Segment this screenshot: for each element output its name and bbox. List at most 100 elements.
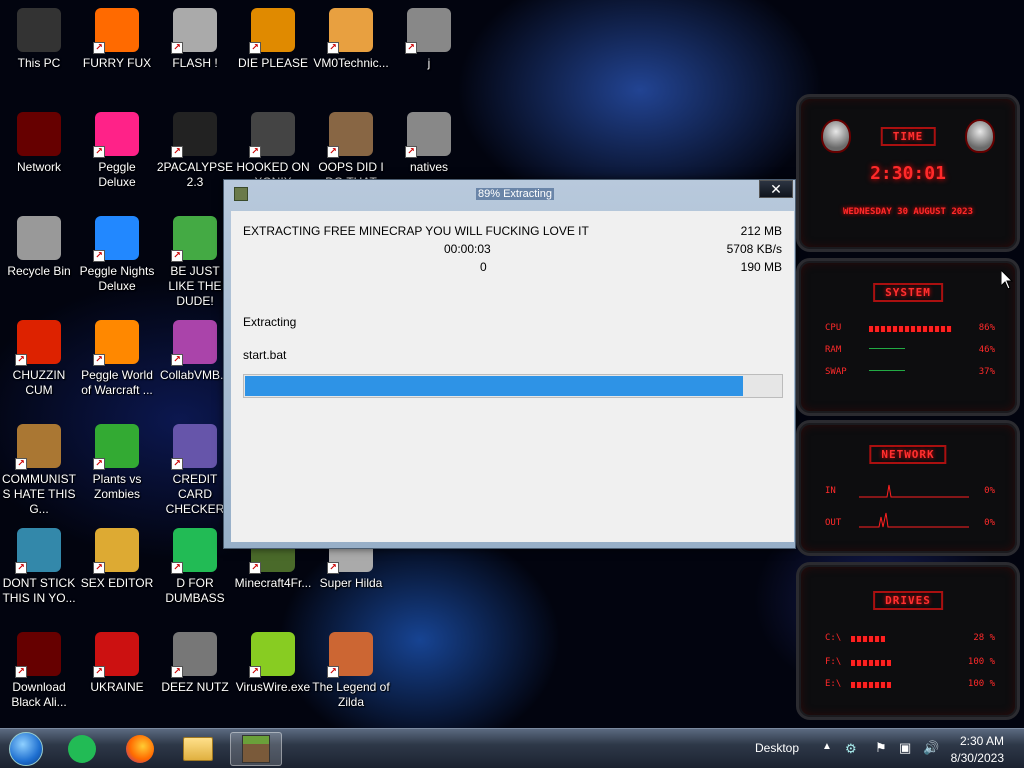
- gadget-clock: 2:30:01: [870, 163, 946, 184]
- collabvm-icon: ↗: [171, 320, 217, 366]
- desktop-icon[interactable]: ↗ VM0Technic...: [312, 8, 390, 71]
- desktop-icon[interactable]: ↗ CHUZZIN CUM: [0, 320, 78, 398]
- desktop-icon[interactable]: This PC: [0, 8, 78, 71]
- drive-row-label: E:\: [825, 679, 842, 689]
- system-row-bar: [869, 326, 952, 332]
- money-bag-icon: ↗: [15, 424, 61, 470]
- desktop-icon-label: Network: [16, 160, 61, 174]
- taskbar-minecraft[interactable]: [230, 732, 282, 766]
- minecraft-icon: [242, 735, 270, 763]
- network-in-value: 0%: [984, 486, 995, 496]
- shortcut-arrow-icon: ↗: [15, 458, 27, 470]
- desktop-icon[interactable]: ↗ DIE PLEASE: [234, 8, 312, 71]
- desktop-icon[interactable]: ↗ j: [390, 8, 468, 71]
- zilda-icon: ↗: [327, 632, 373, 678]
- drives-gadget[interactable]: DRIVES C:\ 28 % F:\ 100 % E:\ 100 %: [796, 562, 1020, 720]
- taskbar-file-explorer[interactable]: [176, 732, 220, 766]
- terminal-icon: ↗: [171, 112, 217, 158]
- desktop-icon[interactable]: ↗ Peggle World of Warcraft ...: [78, 320, 156, 398]
- this-pc-icon: [17, 8, 61, 52]
- shortcut-arrow-icon: ↗: [93, 354, 105, 366]
- desktop-icon[interactable]: ↗ Plants vs Zombies: [78, 424, 156, 502]
- shortcut-arrow-icon: ↗: [93, 562, 105, 574]
- shortcut-arrow-icon: ↗: [93, 666, 105, 678]
- tray-clock-date[interactable]: 8/30/2023: [951, 751, 1004, 765]
- network-gadget[interactable]: NETWORK IN 0% OUT 0%: [796, 420, 1020, 556]
- system-gadget[interactable]: SYSTEM CPU 86% RAM 46% SWAP 37%: [796, 258, 1020, 416]
- desktop-icon-label: Peggle World of Warcraft ...: [81, 368, 153, 397]
- firefox-icon: [126, 735, 154, 763]
- shortcut-arrow-icon: ↗: [327, 666, 339, 678]
- taskbar: Desktop ▲ ⚙ ⚑ ▣ 🔊 2:30 AM 8/30/2023: [0, 728, 1024, 768]
- shortcut-arrow-icon: ↗: [327, 146, 339, 158]
- shortcut-arrow-icon: ↗: [93, 146, 105, 158]
- desktop-icon[interactable]: ↗ Peggle Nights Deluxe: [78, 216, 156, 294]
- shortcut-arrow-icon: ↗: [249, 42, 261, 54]
- desktop-icon-label: This PC: [17, 56, 61, 70]
- tray-clock-time[interactable]: 2:30 AM: [960, 734, 1004, 748]
- desktop-icon[interactable]: ↗ UKRAINE: [78, 632, 156, 695]
- network-out-value: 0%: [984, 518, 995, 528]
- dialog-titlebar[interactable]: 89% Extracting ✕: [224, 180, 795, 210]
- gadget-date: WEDNESDAY 30 AUGUST 2023: [842, 207, 974, 217]
- action-center-flag-icon[interactable]: ⚑: [875, 740, 887, 756]
- drive-row-value: 28 %: [973, 633, 995, 643]
- taskbar-d-app[interactable]: [60, 732, 104, 766]
- network-icon: [17, 112, 61, 156]
- desktop-icon-label: DONT STICK THIS IN YO...: [2, 576, 76, 605]
- desktop-icon-label: CollabVMB...: [159, 368, 231, 382]
- desktop-icon[interactable]: ↗ Download Black Ali...: [0, 632, 78, 710]
- desktop-icon[interactable]: ↗ VirusWire.exe: [234, 632, 312, 695]
- start-orb-icon: [9, 732, 43, 766]
- desktop-icon-label: FLASH !: [172, 56, 218, 70]
- close-button[interactable]: ✕: [759, 180, 793, 198]
- remaining-time: 0: [480, 260, 487, 274]
- shortcut-arrow-icon: ↗: [171, 458, 183, 470]
- shortcut-arrow-icon: ↗: [15, 354, 27, 366]
- peggle-nights-icon: ↗: [93, 216, 139, 262]
- desktop-icon[interactable]: ↗ Peggle Deluxe: [78, 112, 156, 190]
- folder-icon: [183, 737, 213, 761]
- drive-row-value: 100 %: [967, 657, 995, 667]
- desktop-icon[interactable]: ↗ FLASH !: [156, 8, 234, 71]
- network-tray-icon[interactable]: ⚙: [845, 741, 857, 757]
- desktop-icon[interactable]: ↗ DEEZ NUTZ: [156, 632, 234, 695]
- show-hidden-icons-icon[interactable]: ▲: [822, 741, 832, 752]
- time-gadget[interactable]: TIME 2:30:01 WEDNESDAY 30 AUGUST 2023: [796, 94, 1020, 252]
- network-status-icon[interactable]: ▣: [899, 740, 911, 756]
- volume-icon[interactable]: 🔊: [923, 740, 939, 756]
- progress-fill: [245, 376, 743, 396]
- extract-dialog: 89% Extracting ✕ EXTRACTING FREE MINECRA…: [223, 179, 796, 549]
- desktop-icon[interactable]: Network: [0, 112, 78, 175]
- desktop-icon-label: Peggle Nights Deluxe: [79, 264, 155, 293]
- santa-icon: ↗: [171, 216, 217, 262]
- die-icon: ↗: [249, 8, 295, 54]
- deez-nutz-icon: ↗: [171, 632, 217, 678]
- start-button[interactable]: [4, 732, 48, 766]
- desktop-icon[interactable]: ↗ SEX EDITOR: [78, 528, 156, 591]
- processed-size: 190 MB: [740, 260, 782, 274]
- desktop-toolbar-label[interactable]: Desktop: [755, 741, 799, 755]
- plants-icon: ↗: [93, 424, 139, 470]
- time-gadget-title: TIME: [880, 127, 936, 146]
- system-row-bar: [869, 370, 905, 371]
- desktop-icon[interactable]: ↗ DONT STICK THIS IN YO...: [0, 528, 78, 606]
- system-row-value: 46%: [978, 345, 995, 355]
- desktop-icon[interactable]: ↗ natives: [390, 112, 468, 175]
- hxd-icon: ↗: [93, 528, 139, 574]
- mouse-cursor-icon: [1001, 270, 1013, 290]
- lime-icon: ↗: [249, 632, 295, 678]
- desktop-icon-label: CHUZZIN CUM: [12, 368, 66, 397]
- desktop-icon[interactable]: ↗ COMMUNISTS HATE THIS G...: [0, 424, 78, 517]
- desktop-icon-label: The Legend of Zilda: [312, 680, 390, 709]
- desktop-icon[interactable]: ↗ The Legend of Zilda: [312, 632, 390, 710]
- desktop-icon-label: natives: [409, 160, 449, 174]
- shortcut-arrow-icon: ↗: [249, 666, 261, 678]
- desktop-icon[interactable]: Recycle Bin: [0, 216, 78, 279]
- peggle-wow-icon: ↗: [93, 320, 139, 366]
- desktop-icon[interactable]: ↗ FURRY FUX: [78, 8, 156, 71]
- drive-row-bar: [851, 636, 885, 642]
- desktop-icon-label: Plants vs Zombies: [92, 472, 142, 501]
- taskbar-firefox[interactable]: [118, 732, 162, 766]
- desktop-icon-label: Peggle Deluxe: [98, 160, 136, 189]
